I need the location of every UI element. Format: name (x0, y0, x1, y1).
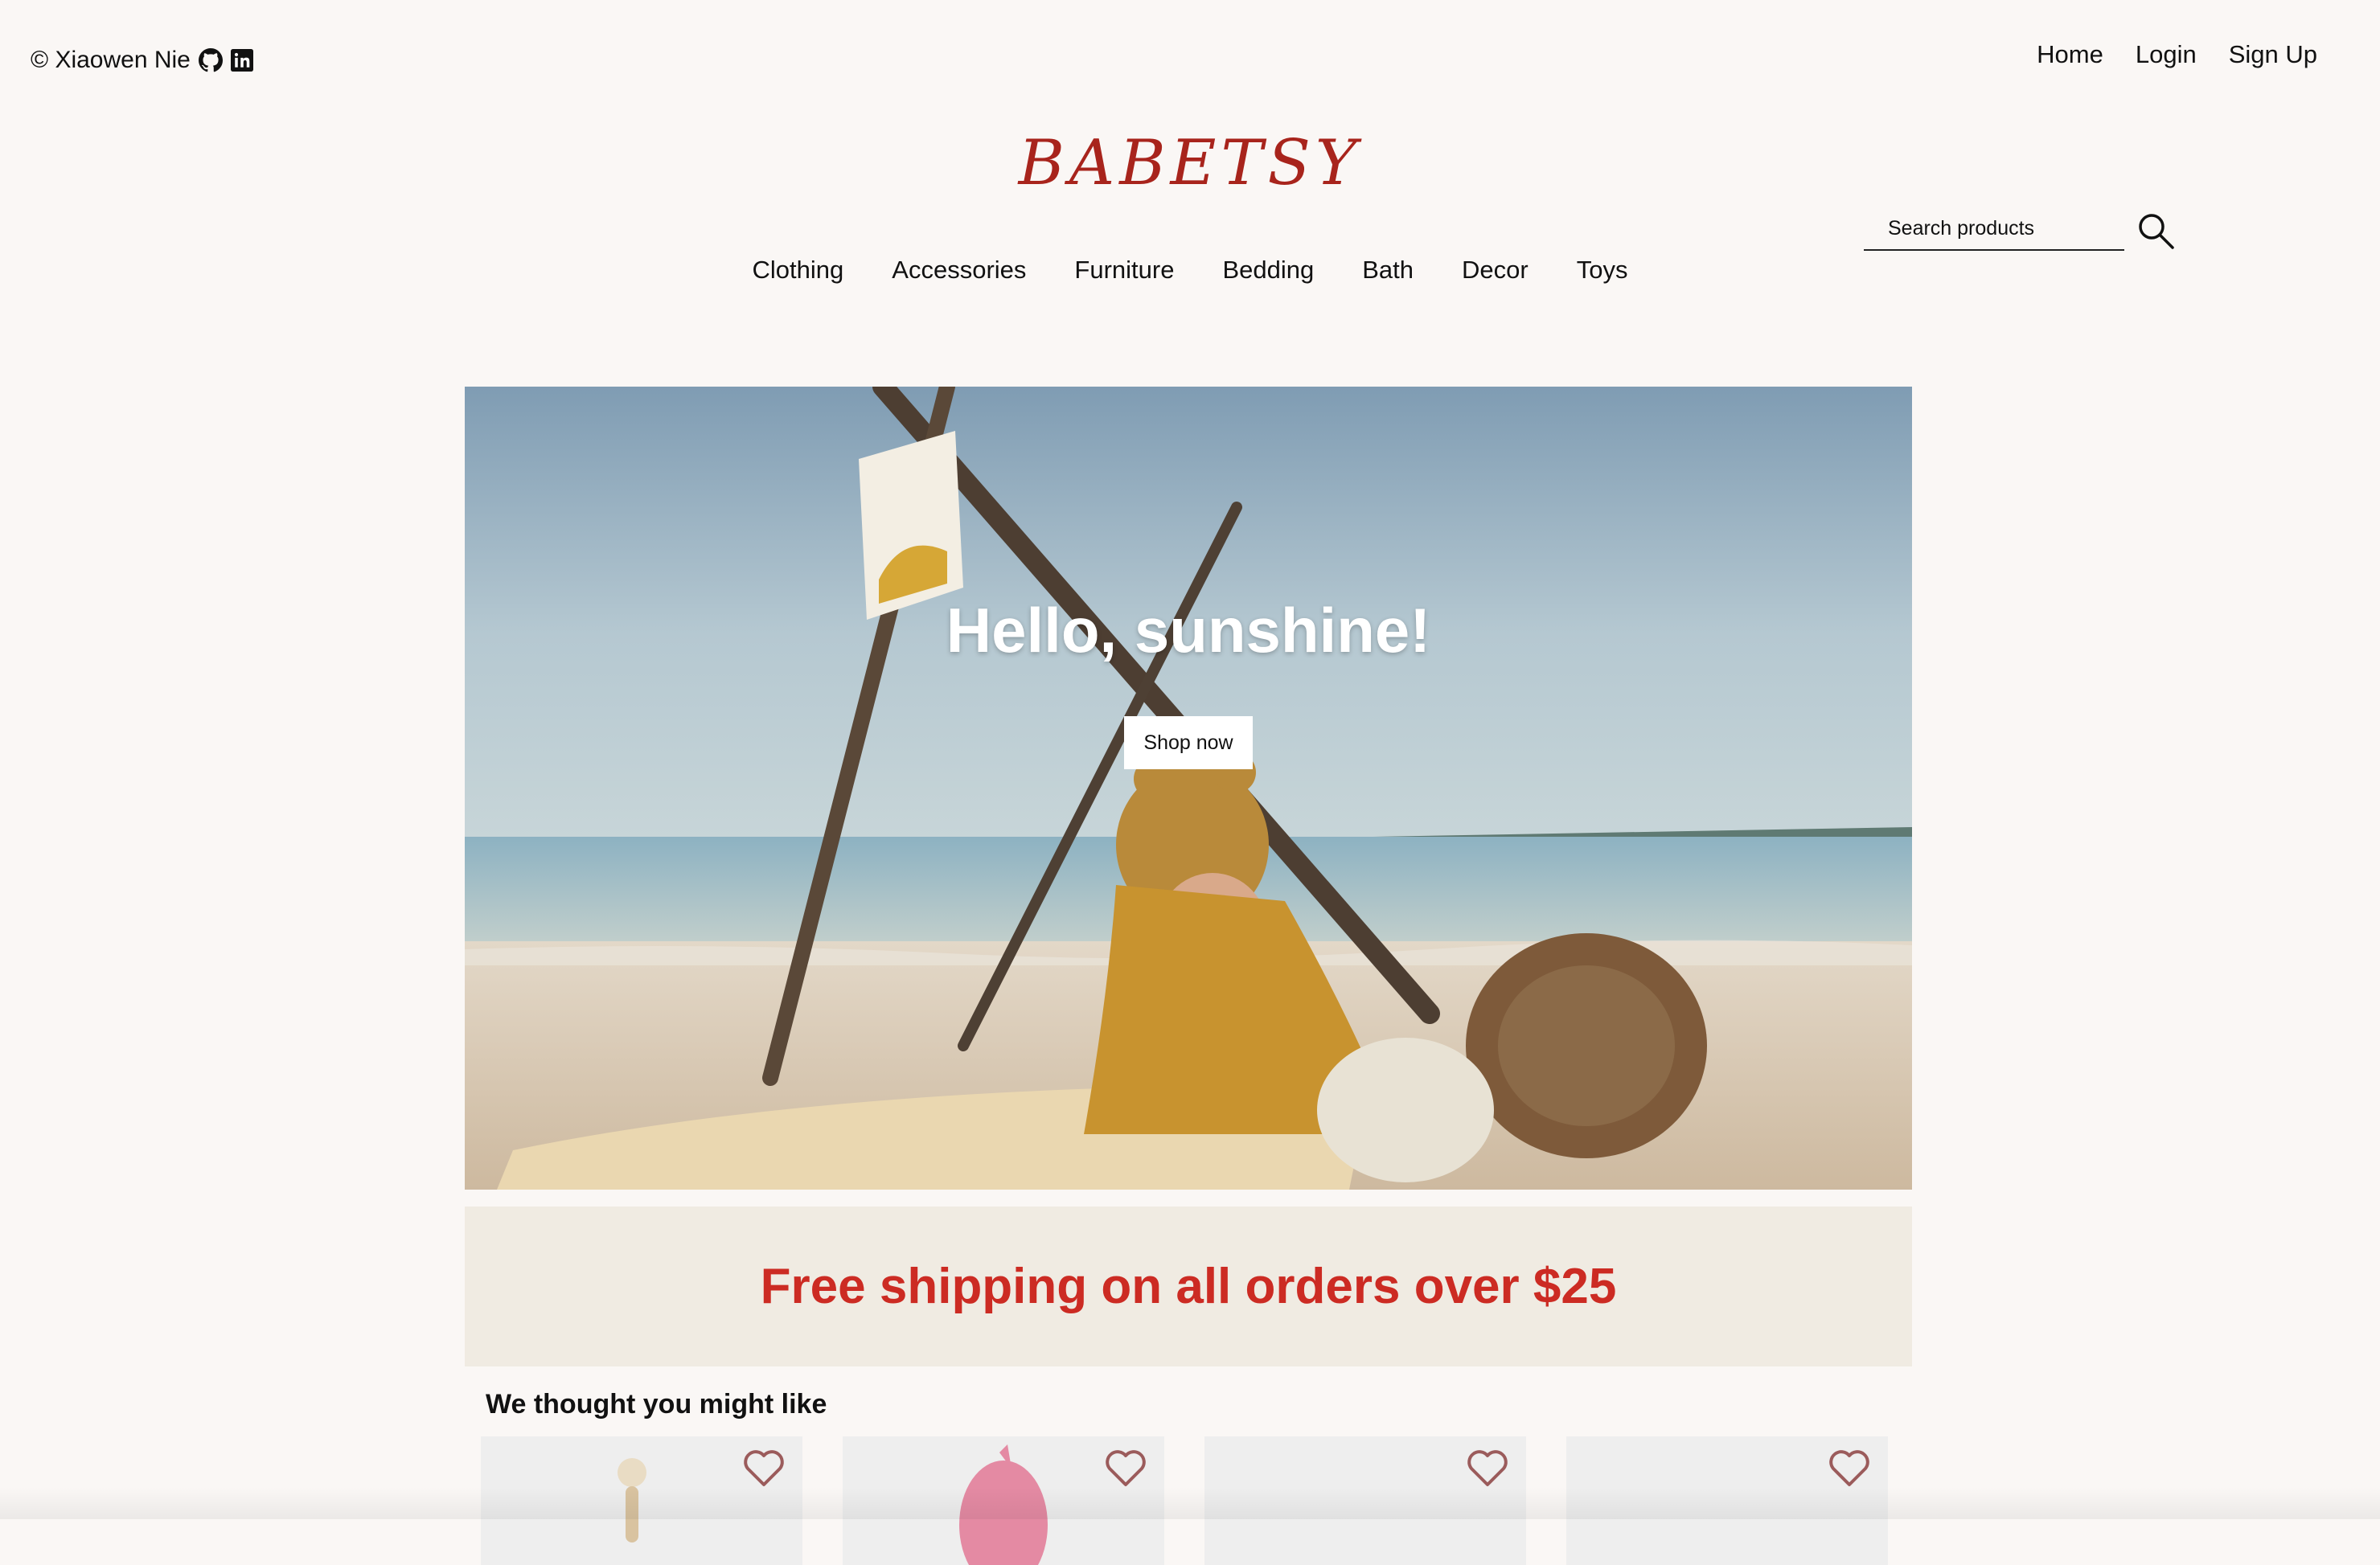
nav-signup-link[interactable]: Sign Up (2229, 40, 2317, 69)
category-bath[interactable]: Bath (1362, 256, 1414, 285)
nav-home-link[interactable]: Home (2037, 40, 2103, 69)
category-clothing[interactable]: Clothing (753, 256, 844, 285)
search-input[interactable] (1864, 211, 2124, 246)
category-furniture[interactable]: Furniture (1074, 256, 1174, 285)
category-decor[interactable]: Decor (1462, 256, 1529, 285)
category-accessories[interactable]: Accessories (892, 256, 1026, 285)
search-icon[interactable] (2136, 211, 2176, 251)
nav-login-link[interactable]: Login (2136, 40, 2197, 69)
category-toys[interactable]: Toys (1577, 256, 1628, 285)
category-bedding[interactable]: Bedding (1222, 256, 1314, 285)
heart-outline-icon[interactable] (1828, 1449, 1870, 1488)
linkedin-icon[interactable] (230, 49, 253, 72)
hero-banner: Hello, sunshine! Shop now (465, 387, 1912, 1190)
free-shipping-banner: Free shipping on all orders over $25 (465, 1207, 1912, 1366)
hero-beach-image (465, 387, 1912, 1190)
free-shipping-text: Free shipping on all orders over $25 (760, 1259, 1617, 1314)
top-navigation: Home Login Sign Up (2037, 40, 2317, 69)
github-icon[interactable] (198, 48, 223, 72)
site-logo[interactable]: BABETSY (0, 127, 2380, 199)
heart-outline-icon[interactable] (1467, 1449, 1508, 1488)
heart-outline-icon[interactable] (743, 1449, 785, 1488)
bottom-scroll-shadow (0, 1487, 2380, 1519)
hero-title: Hello, sunshine! (946, 595, 1431, 666)
heart-outline-icon[interactable] (1105, 1449, 1147, 1488)
search-field-wrapper (1864, 211, 2124, 251)
shop-now-button[interactable]: Shop now (1124, 716, 1253, 769)
category-navigation: Clothing Accessories Furniture Bedding B… (0, 256, 2380, 285)
credit-text: © Xiaowen Nie (31, 47, 191, 73)
recommendations-heading: We thought you might like (486, 1389, 827, 1420)
author-credit: © Xiaowen Nie (31, 47, 253, 74)
